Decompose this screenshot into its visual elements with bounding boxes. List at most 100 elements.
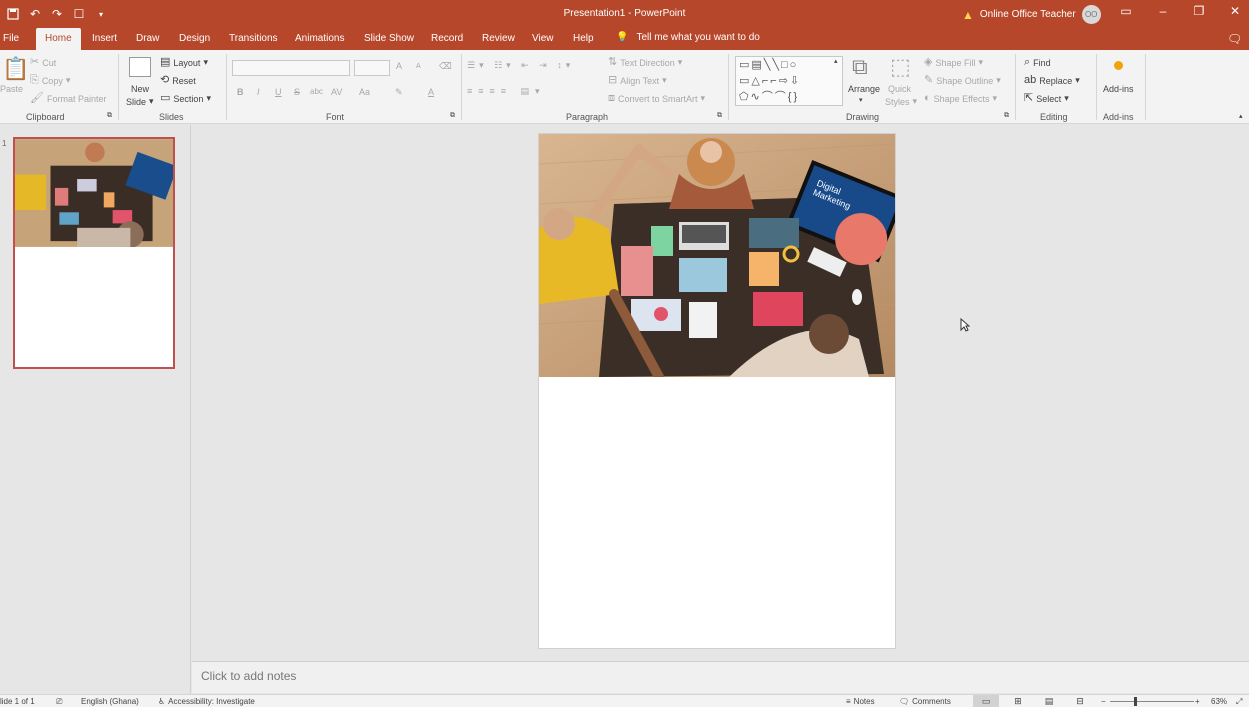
list-buttons[interactable]: ☰▾ ☷▾ ⇤ ⇥ ↕▾ [467,60,574,71]
italic-button[interactable]: I [257,87,260,97]
tab-animations[interactable]: Animations [295,33,344,44]
underline-button[interactable]: U [275,87,282,97]
notes-placeholder: Click to add notes [201,669,297,683]
replace-button[interactable]: ab Replace ▾ [1024,75,1080,86]
format-painter-button[interactable]: 🖌 Format Painter [30,93,107,104]
clipboard-launcher-icon[interactable]: ⧉ [107,112,112,120]
tab-file[interactable]: File [3,33,19,44]
tab-record[interactable]: Record [431,33,463,44]
comments-icon[interactable]: 🗨 [1227,32,1242,46]
tab-slide-show[interactable]: Slide Show [364,33,414,44]
paragraph-launcher-icon[interactable]: ⧉ [717,112,722,120]
account-area[interactable]: ▲ Online Office Teacher OO [962,5,1101,24]
slide[interactable]: Digital Marketing [538,133,896,649]
alignment-buttons[interactable]: ≡≡≡≡ ▤▾ [467,86,546,97]
tab-transitions[interactable]: Transitions [229,33,278,44]
tab-review[interactable]: Review [482,33,515,44]
reading-view-icon[interactable]: ▤ [1036,695,1062,707]
clipboard-group-label: Clipboard [26,112,65,122]
fit-slide-icon[interactable]: ⤢ [1236,697,1242,707]
tell-me-search[interactable]: 💡 Tell me what you want to do [616,32,760,43]
shapes-gallery[interactable]: ▭▤╲╲□○ ▭△⌐⌐⇨⇩ ⬠∿⌒⌒{} [735,56,843,106]
shape-effects-button[interactable]: ◐ Shape Effects ▾ [924,93,997,104]
strikethrough-button[interactable]: S [294,87,300,97]
cut-button[interactable]: ✂ Cut [30,57,56,68]
comments-toggle[interactable]: 🗨 Comments [899,697,951,706]
shape-outline-button[interactable]: ✎ Shape Outline ▾ [924,75,1001,86]
tell-me-text: Tell me what you want to do [636,32,760,43]
tab-design[interactable]: Design [179,33,210,44]
zoom-in-button[interactable]: + [1195,697,1200,706]
grow-font-button[interactable]: A [396,61,402,71]
maximize-icon[interactable]: ❐ [1189,4,1209,18]
notes-toggle[interactable]: ≡ Notes [846,697,875,706]
collapse-ribbon-icon[interactable]: ▴ [1239,112,1243,120]
warning-icon: ▲ [962,7,974,22]
slide-sorter-icon[interactable]: ⊞ [1005,695,1031,707]
zoom-slider-handle[interactable] [1134,697,1137,706]
clear-formatting-icon[interactable]: ⌫ [439,61,452,72]
new-slide-button[interactable]: Slide ▾ [126,96,154,107]
notes-pane[interactable]: Click to add notes [192,661,1249,693]
layout-button[interactable]: ▤ Layout ▾ [160,57,208,68]
convert-smartart-button[interactable]: ⧈ Convert to SmartArt ▾ [608,93,705,104]
zoom-level[interactable]: 63% [1211,697,1227,706]
spelling-icon[interactable]: ⎚ [56,697,62,707]
quick-styles-label[interactable]: Quick [888,84,911,94]
paintbrush-icon: 🖌 [30,92,44,104]
paste-button[interactable]: Paste [0,84,23,94]
arrange-dropdown-icon[interactable]: ▾ [859,96,863,104]
font-color-button[interactable]: A [428,87,434,97]
divider [1096,54,1097,120]
shrink-font-button[interactable]: A [416,63,421,70]
language-status[interactable]: English (Ghana) [81,697,139,706]
change-case-button[interactable]: Aa [359,87,370,97]
tab-home[interactable]: Home [36,28,81,50]
search-icon: ⌕ [1024,56,1031,68]
highlight-icon[interactable]: ✎ [395,87,403,98]
quick-styles-button[interactable]: Styles ▾ [885,96,917,107]
close-icon[interactable]: ✕ [1225,4,1245,18]
slide-thumbnail-1[interactable] [13,137,178,369]
normal-view-icon[interactable]: ▭ [973,695,999,707]
pen-icon: ✎ [924,74,934,86]
font-name-dropdown[interactable] [232,60,350,76]
slide-count: lide 1 of 1 [0,697,35,706]
mouse-pointer-icon [960,318,970,332]
divider [1015,54,1016,120]
text-shadow-button[interactable]: abc [310,87,323,96]
slideshow-view-icon[interactable]: ⊟ [1067,695,1093,707]
font-launcher-icon[interactable]: ⧉ [450,112,455,120]
tab-insert[interactable]: Insert [92,33,117,44]
effects-icon: ◐ [924,92,931,104]
shapes-scroll-icon[interactable]: ▴ [834,57,838,65]
align-text-button[interactable]: ⊟ Align Text ▾ [608,75,667,86]
copy-button[interactable]: ⎘ Copy ▾ [30,75,70,86]
paint-bucket-icon: ◈ [924,56,933,68]
find-button[interactable]: ⌕ Find [1024,57,1051,68]
avatar[interactable]: OO [1081,5,1101,24]
font-size-dropdown[interactable] [354,60,390,76]
minimize-icon[interactable]: – [1153,4,1173,18]
editing-group-label: Editing [1040,112,1068,122]
accessibility-status[interactable]: ♿ Accessibility: Investigate [158,697,255,706]
tab-draw[interactable]: Draw [136,33,159,44]
zoom-slider[interactable] [1110,701,1194,702]
arrange-button[interactable]: Arrange [848,84,880,94]
slide-photo[interactable]: Digital Marketing [539,134,895,377]
add-ins-button[interactable]: Add-ins [1103,84,1134,94]
drawing-launcher-icon[interactable]: ⧉ [1004,112,1009,120]
tab-help[interactable]: Help [573,33,594,44]
section-button[interactable]: ▭ Section ▾ [160,93,211,104]
shape-fill-button[interactable]: ◈ Shape Fill ▾ [924,57,983,68]
bold-button[interactable]: B [237,87,244,97]
text-direction-button[interactable]: ⇅ Text Direction ▾ [608,57,682,68]
select-button[interactable]: ⇱ Select ▾ [1024,93,1069,104]
powerpoint-window: ↶ ↷ ☐ ▾ Presentation1 - PowerPoint ▲ Onl… [0,0,1249,707]
new-slide-label-1[interactable]: New [131,84,149,94]
ribbon-display-icon[interactable]: ▭ [1116,4,1136,18]
reset-button[interactable]: ⟲ Reset [160,75,196,86]
character-spacing-button[interactable]: AV [331,87,342,97]
tab-view[interactable]: View [532,33,554,44]
zoom-out-button[interactable]: − [1101,697,1106,706]
